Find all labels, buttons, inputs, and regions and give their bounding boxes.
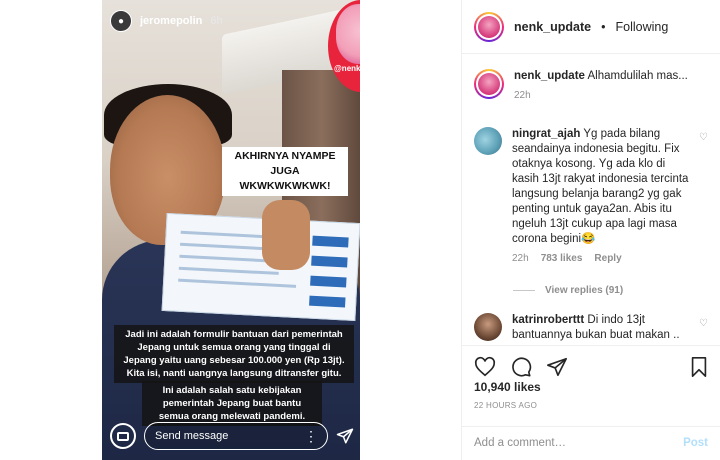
comment-meta: 22h [514, 90, 688, 101]
hand [262, 200, 310, 270]
comment-text: Yg pada bilang seandainya indonesia begi… [512, 128, 689, 245]
form-paper [161, 212, 360, 322]
action-bar [474, 354, 710, 380]
commenter-avatar[interactable] [474, 127, 502, 155]
view-replies-label: View replies (91) [545, 285, 624, 296]
comment-likes[interactable]: 783 likes [541, 253, 583, 264]
story-avatar[interactable]: ● [110, 10, 132, 32]
comment-time: 22h [514, 90, 531, 101]
add-comment-bar: Post [462, 426, 720, 458]
follow-separator: • [601, 19, 606, 34]
comment-time: 22h [512, 253, 529, 264]
post-header: nenk_update • Following [462, 0, 720, 54]
comment-text: Alhamdulilah mas... [587, 70, 688, 82]
post-timestamp: 22 HOURS AGO [474, 401, 538, 410]
instagram-post-view: ● jeromepolin 6h @nenk_update AKHIRNYA N… [0, 0, 720, 460]
commenter-avatar[interactable] [474, 69, 504, 99]
heart-icon[interactable] [474, 356, 496, 378]
comment-body: katrinroberttt Di indo 13jt bantuannya b… [512, 313, 692, 343]
post-author-username[interactable]: nenk_update [514, 20, 591, 34]
send-icon[interactable] [336, 427, 354, 445]
post-comment-button[interactable]: Post [683, 437, 708, 449]
story-caption-top: AKHIRNYA NYAMPE JUGA WKWKWKWKWK! [222, 147, 348, 196]
caption-comment: nenk_update Alhamdulilah mas... 22h [474, 69, 709, 101]
reply-button[interactable]: Reply [594, 253, 621, 264]
comment-username[interactable]: nenk_update [514, 70, 585, 82]
likes-count[interactable]: 10,940 likes [474, 380, 541, 394]
story-screenshot: ● jeromepolin 6h @nenk_update AKHIRNYA N… [102, 0, 360, 460]
more-dots-icon[interactable]: ⋮ [304, 428, 318, 445]
story-time: 6h [210, 15, 223, 27]
story-caption-middle: Jadi ini adalah formulir bantuan dari pe… [114, 325, 354, 383]
comment-username[interactable]: katrinroberttt [512, 314, 584, 326]
story-header: ● jeromepolin 6h [110, 10, 223, 32]
comment-username[interactable]: ningrat_ajah [512, 128, 580, 140]
badge-text: @nenk_update [334, 64, 360, 73]
post-side-panel: nenk_update • Following nenk_update Alha… [461, 0, 720, 460]
story-footer: Send message ⋮ [110, 420, 354, 452]
add-comment-input[interactable] [474, 436, 654, 449]
comment-item: katrinroberttt Di indo 13jt bantuannya b… [474, 313, 709, 343]
bookmark-icon[interactable] [688, 356, 710, 378]
comment-icon[interactable] [510, 356, 532, 378]
comment-like-heart-icon[interactable]: ♡ [699, 318, 708, 329]
post-actions: 10,940 likes 22 HOURS AGO Post [462, 345, 720, 455]
comment-body: ningrat_ajah Yg pada bilang seandainya i… [512, 127, 692, 247]
comment-item: ningrat_ajah Yg pada bilang seandainya i… [474, 127, 709, 264]
camera-icon[interactable] [110, 423, 136, 449]
view-replies-button[interactable]: View replies (91) [513, 285, 623, 296]
comment-meta: 22h 783 likes Reply [512, 253, 692, 264]
badge-illustration [336, 4, 360, 64]
post-author-avatar[interactable] [474, 11, 504, 42]
following-status[interactable]: Following [616, 20, 669, 34]
commenter-avatar[interactable] [474, 313, 502, 341]
post-media: ● jeromepolin 6h @nenk_update AKHIRNYA N… [0, 0, 460, 460]
comments-list: nenk_update Alhamdulilah mas... 22h ning… [462, 55, 720, 345]
story-message-placeholder: Send message [155, 430, 229, 442]
send-icon[interactable] [546, 356, 568, 378]
story-username[interactable]: jeromepolin [140, 15, 202, 27]
replies-rule [513, 290, 535, 291]
story-message-input[interactable]: Send message ⋮ [144, 422, 328, 450]
comment-like-heart-icon[interactable]: ♡ [699, 132, 708, 143]
comment-body: nenk_update Alhamdulilah mas... [514, 69, 688, 84]
